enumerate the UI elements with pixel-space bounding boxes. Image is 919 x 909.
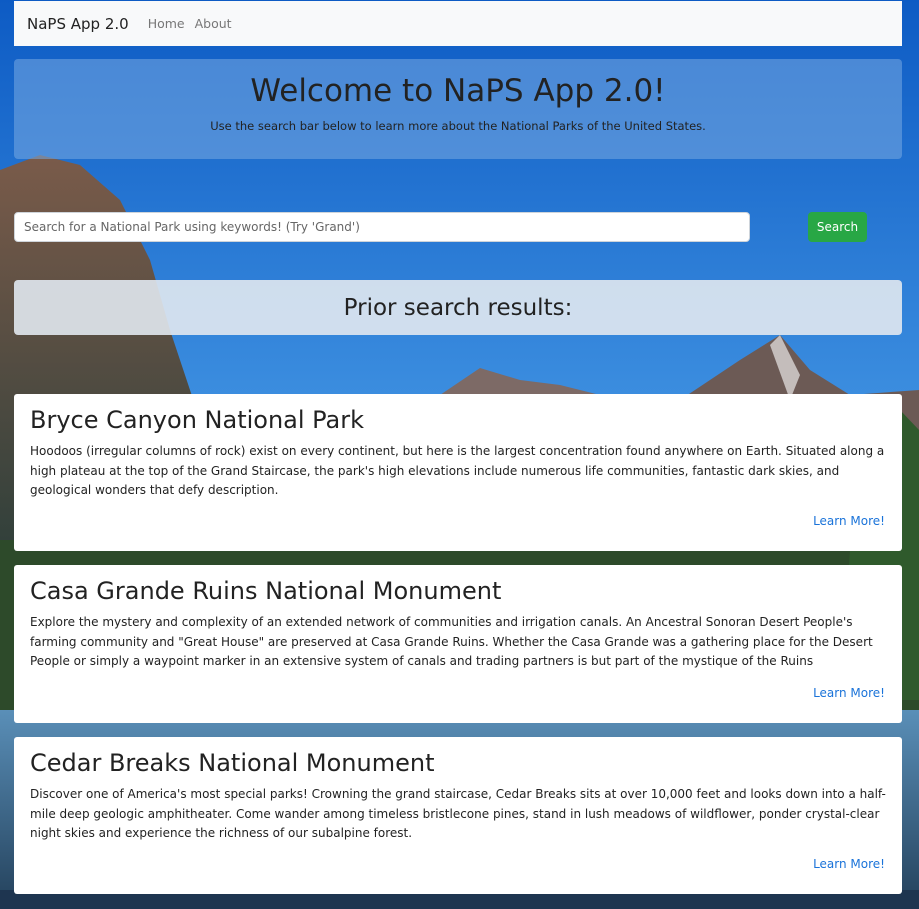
result-card-description: Discover one of America's most special p… — [30, 787, 886, 840]
result-card-description: Hoodoos (irregular columns of rock) exis… — [30, 444, 885, 497]
learn-more-link[interactable]: Learn More! — [813, 686, 885, 700]
search-button[interactable]: Search — [808, 212, 867, 242]
learn-more-link[interactable]: Learn More! — [813, 514, 885, 528]
result-card: Cedar Breaks National Monument Discover … — [14, 737, 902, 894]
search-bar-row: Search — [14, 212, 902, 242]
top-navbar: NaPS App 2.0 Home About — [14, 1, 902, 46]
prior-results-heading: Prior search results: — [343, 294, 573, 321]
result-card-title: Casa Grande Ruins National Monument — [30, 577, 502, 605]
learn-more-link[interactable]: Learn More! — [813, 857, 885, 871]
welcome-jumbotron: Welcome to NaPS App 2.0! Use the search … — [14, 59, 902, 159]
result-card: Casa Grande Ruins National Monument Expl… — [14, 565, 902, 723]
page-title: Welcome to NaPS App 2.0! — [250, 73, 666, 109]
result-card-title: Bryce Canyon National Park — [30, 406, 365, 434]
nav-link-about[interactable]: About — [195, 16, 232, 31]
result-card: Bryce Canyon National Park Hoodoos (irre… — [14, 394, 902, 551]
result-card-title: Cedar Breaks National Monument — [30, 749, 435, 777]
result-card-description: Explore the mystery and complexity of an… — [30, 615, 873, 668]
prior-results-header: Prior search results: — [14, 280, 902, 335]
nav-link-home[interactable]: Home — [148, 16, 185, 31]
search-input[interactable] — [14, 212, 750, 242]
brand-logo-text[interactable]: NaPS App 2.0 — [27, 15, 129, 33]
page-subtitle: Use the search bar below to learn more a… — [210, 119, 706, 133]
